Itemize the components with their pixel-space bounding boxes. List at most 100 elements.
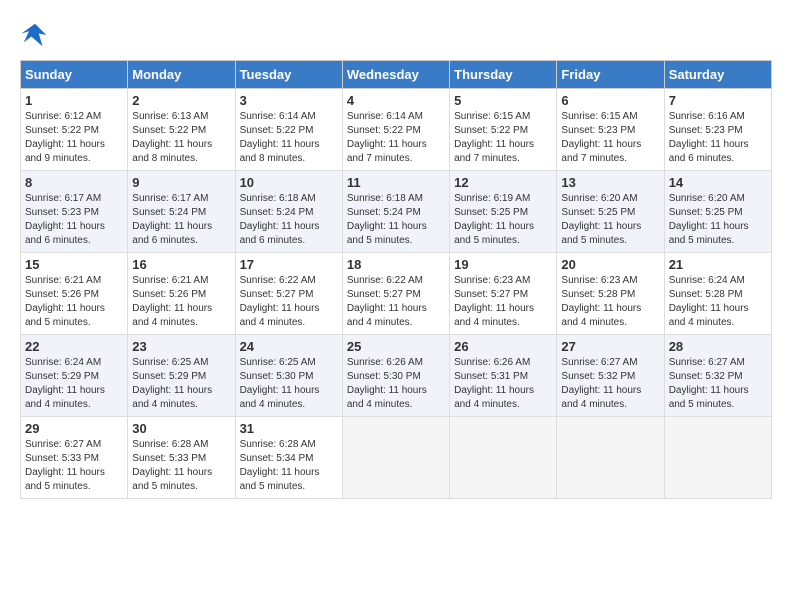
day-info: Sunrise: 6:19 AM Sunset: 5:25 PM Dayligh…: [454, 192, 552, 248]
calendar-cell: 26 Sunrise: 6:26 AM Sunset: 5:31 PM Dayli…: [450, 335, 557, 417]
day-number: 17: [240, 257, 338, 272]
day-info: Sunrise: 6:16 AM Sunset: 5:23 PM Dayligh…: [669, 110, 767, 166]
calendar-cell: 7Sunrise: 6:16 AM Sunset: 5:23 PM Daylig…: [664, 89, 771, 171]
calendar-cell: 25Sunrise: 6:26 AM Sunset: 5:30 PM Dayli…: [342, 335, 449, 417]
calendar-cell: 30 Sunrise: 6:28 AM Sunset: 5:33 PM Dayli…: [128, 417, 235, 499]
day-number: 1: [25, 93, 123, 108]
calendar-cell: 19Sunrise: 6:23 AM Sunset: 5:27 PM Dayli…: [450, 253, 557, 335]
day-number: 3: [240, 93, 338, 108]
calendar-week-1: 1 Sunrise: 6:12 AM Sunset: 5:22 PM Daylig…: [21, 89, 772, 171]
calendar-cell: 17Sunrise: 6:22 AM Sunset: 5:27 PM Dayli…: [235, 253, 342, 335]
day-number: 13: [561, 175, 659, 190]
calendar-cell: [450, 417, 557, 499]
day-number: 20: [561, 257, 659, 272]
day-info: Sunrise: 6:26 AM Sunset: 5:31 PM Dayligh…: [454, 356, 552, 412]
day-info: Sunrise: 6:20 AM Sunset: 5:25 PM Dayligh…: [669, 192, 767, 248]
day-number: 10: [240, 175, 338, 190]
day-header-saturday: Saturday: [664, 61, 771, 89]
day-header-sunday: Sunday: [21, 61, 128, 89]
day-number: 19: [454, 257, 552, 272]
day-info: Sunrise: 6:17 AM Sunset: 5:24 PM Dayligh…: [132, 192, 230, 248]
day-number: 14: [669, 175, 767, 190]
calendar-cell: 12 Sunrise: 6:19 AM Sunset: 5:25 PM Dayli…: [450, 171, 557, 253]
calendar-header-row: SundayMondayTuesdayWednesdayThursdayFrid…: [21, 61, 772, 89]
day-number: 8: [25, 175, 123, 190]
day-number: 15: [25, 257, 123, 272]
calendar-cell: 13 Sunrise: 6:20 AM Sunset: 5:25 PM Dayli…: [557, 171, 664, 253]
day-number: 11: [347, 175, 445, 190]
day-info: Sunrise: 6:13 AM Sunset: 5:22 PM Dayligh…: [132, 110, 230, 166]
day-number: 29: [25, 421, 123, 436]
calendar-cell: 16 Sunrise: 6:21 AM Sunset: 5:26 PM Dayli…: [128, 253, 235, 335]
day-info: Sunrise: 6:27 AM Sunset: 5:33 PM Dayligh…: [25, 438, 123, 494]
calendar-cell: [342, 417, 449, 499]
day-number: 18: [347, 257, 445, 272]
calendar-cell: 3 Sunrise: 6:14 AM Sunset: 5:22 PM Daylig…: [235, 89, 342, 171]
day-info: Sunrise: 6:24 AM Sunset: 5:28 PM Dayligh…: [669, 274, 767, 330]
calendar-cell: [557, 417, 664, 499]
calendar-cell: 9Sunrise: 6:17 AM Sunset: 5:24 PM Daylig…: [128, 171, 235, 253]
calendar-week-5: 29 Sunrise: 6:27 AM Sunset: 5:33 PM Dayli…: [21, 417, 772, 499]
day-info: Sunrise: 6:28 AM Sunset: 5:34 PM Dayligh…: [240, 438, 338, 494]
day-number: 6: [561, 93, 659, 108]
calendar-cell: 14 Sunrise: 6:20 AM Sunset: 5:25 PM Dayli…: [664, 171, 771, 253]
calendar-cell: 23 Sunrise: 6:25 AM Sunset: 5:29 PM Dayli…: [128, 335, 235, 417]
day-info: Sunrise: 6:21 AM Sunset: 5:26 PM Dayligh…: [25, 274, 123, 330]
calendar-cell: 10 Sunrise: 6:18 AM Sunset: 5:24 PM Dayli…: [235, 171, 342, 253]
logo: [20, 20, 54, 50]
calendar-cell: 15 Sunrise: 6:21 AM Sunset: 5:26 PM Dayli…: [21, 253, 128, 335]
day-info: Sunrise: 6:25 AM Sunset: 5:29 PM Dayligh…: [132, 356, 230, 412]
day-number: 22: [25, 339, 123, 354]
day-number: 31: [240, 421, 338, 436]
calendar-week-3: 15 Sunrise: 6:21 AM Sunset: 5:26 PM Dayli…: [21, 253, 772, 335]
day-header-thursday: Thursday: [450, 61, 557, 89]
day-info: Sunrise: 6:27 AM Sunset: 5:32 PM Dayligh…: [669, 356, 767, 412]
day-number: 28: [669, 339, 767, 354]
day-info: Sunrise: 6:24 AM Sunset: 5:29 PM Dayligh…: [25, 356, 123, 412]
calendar-cell: 1 Sunrise: 6:12 AM Sunset: 5:22 PM Daylig…: [21, 89, 128, 171]
day-info: Sunrise: 6:22 AM Sunset: 5:27 PM Dayligh…: [347, 274, 445, 330]
day-number: 30: [132, 421, 230, 436]
day-info: Sunrise: 6:14 AM Sunset: 5:22 PM Dayligh…: [240, 110, 338, 166]
day-info: Sunrise: 6:26 AM Sunset: 5:30 PM Dayligh…: [347, 356, 445, 412]
calendar-cell: [664, 417, 771, 499]
day-header-wednesday: Wednesday: [342, 61, 449, 89]
day-info: Sunrise: 6:14 AM Sunset: 5:22 PM Dayligh…: [347, 110, 445, 166]
day-number: 21: [669, 257, 767, 272]
day-header-monday: Monday: [128, 61, 235, 89]
calendar-cell: 5Sunrise: 6:15 AM Sunset: 5:22 PM Daylig…: [450, 89, 557, 171]
calendar-cell: 31 Sunrise: 6:28 AM Sunset: 5:34 PM Dayli…: [235, 417, 342, 499]
calendar-cell: 8 Sunrise: 6:17 AM Sunset: 5:23 PM Daylig…: [21, 171, 128, 253]
day-number: 27: [561, 339, 659, 354]
day-info: Sunrise: 6:12 AM Sunset: 5:22 PM Dayligh…: [25, 110, 123, 166]
day-info: Sunrise: 6:21 AM Sunset: 5:26 PM Dayligh…: [132, 274, 230, 330]
calendar-cell: 22 Sunrise: 6:24 AM Sunset: 5:29 PM Dayli…: [21, 335, 128, 417]
day-info: Sunrise: 6:28 AM Sunset: 5:33 PM Dayligh…: [132, 438, 230, 494]
calendar-cell: 4Sunrise: 6:14 AM Sunset: 5:22 PM Daylig…: [342, 89, 449, 171]
page-header: [20, 20, 772, 50]
day-number: 12: [454, 175, 552, 190]
calendar-cell: 27Sunrise: 6:27 AM Sunset: 5:32 PM Dayli…: [557, 335, 664, 417]
calendar-table: SundayMondayTuesdayWednesdayThursdayFrid…: [20, 60, 772, 499]
day-info: Sunrise: 6:23 AM Sunset: 5:28 PM Dayligh…: [561, 274, 659, 330]
day-info: Sunrise: 6:18 AM Sunset: 5:24 PM Dayligh…: [240, 192, 338, 248]
day-number: 5: [454, 93, 552, 108]
day-number: 16: [132, 257, 230, 272]
day-number: 24: [240, 339, 338, 354]
calendar-week-2: 8 Sunrise: 6:17 AM Sunset: 5:23 PM Daylig…: [21, 171, 772, 253]
logo-icon: [20, 20, 50, 50]
calendar-cell: 24 Sunrise: 6:25 AM Sunset: 5:30 PM Dayli…: [235, 335, 342, 417]
day-info: Sunrise: 6:20 AM Sunset: 5:25 PM Dayligh…: [561, 192, 659, 248]
calendar-cell: 2 Sunrise: 6:13 AM Sunset: 5:22 PM Daylig…: [128, 89, 235, 171]
calendar-cell: 20 Sunrise: 6:23 AM Sunset: 5:28 PM Dayli…: [557, 253, 664, 335]
day-info: Sunrise: 6:25 AM Sunset: 5:30 PM Dayligh…: [240, 356, 338, 412]
calendar-cell: 6Sunrise: 6:15 AM Sunset: 5:23 PM Daylig…: [557, 89, 664, 171]
day-number: 23: [132, 339, 230, 354]
day-number: 26: [454, 339, 552, 354]
calendar-week-4: 22 Sunrise: 6:24 AM Sunset: 5:29 PM Dayli…: [21, 335, 772, 417]
calendar-cell: 21 Sunrise: 6:24 AM Sunset: 5:28 PM Dayli…: [664, 253, 771, 335]
day-header-tuesday: Tuesday: [235, 61, 342, 89]
day-info: Sunrise: 6:17 AM Sunset: 5:23 PM Dayligh…: [25, 192, 123, 248]
calendar-cell: 29 Sunrise: 6:27 AM Sunset: 5:33 PM Dayli…: [21, 417, 128, 499]
day-number: 2: [132, 93, 230, 108]
